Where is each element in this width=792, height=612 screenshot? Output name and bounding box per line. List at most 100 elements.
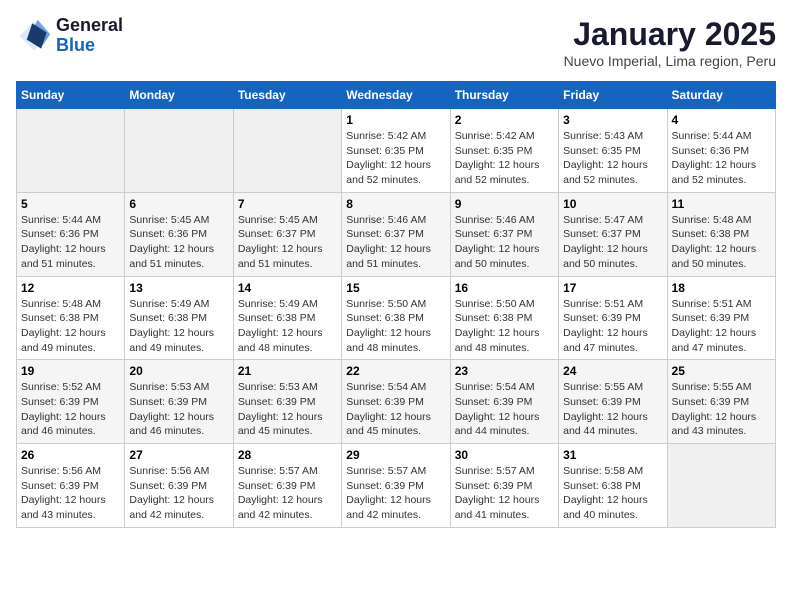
calendar-cell: 14 Sunrise: 5:49 AM Sunset: 6:38 PM Dayli…	[233, 276, 341, 360]
calendar-cell: 5Sunrise: 5:44 AM Sunset: 6:36 PM Daylig…	[17, 192, 125, 276]
day-number: 10	[563, 197, 662, 211]
calendar-cell: 21Sunrise: 5:53 AM Sunset: 6:39 PM Dayli…	[233, 360, 341, 444]
day-info: Sunrise: 5:53 AM Sunset: 6:39 PM Dayligh…	[129, 380, 228, 439]
day-number: 19	[21, 364, 120, 378]
calendar-cell: 23 Sunrise: 5:54 AM Sunset: 6:39 PM Dayli…	[450, 360, 558, 444]
day-of-week-header: Thursday	[450, 82, 558, 109]
calendar-cell: 7 Sunrise: 5:45 AM Sunset: 6:37 PM Daylig…	[233, 192, 341, 276]
day-number: 8	[346, 197, 445, 211]
day-info: Sunrise: 5:50 AM Sunset: 6:38 PM Dayligh…	[346, 297, 445, 356]
logo-text-blue: Blue	[56, 36, 123, 56]
day-info: Sunrise: 5:44 AM Sunset: 6:36 PM Dayligh…	[672, 129, 771, 188]
calendar-cell: 19 Sunrise: 5:52 AM Sunset: 6:39 PM Dayli…	[17, 360, 125, 444]
day-info: Sunrise: 5:56 AM Sunset: 6:39 PM Dayligh…	[129, 464, 228, 523]
calendar-cell: 3 Sunrise: 5:43 AM Sunset: 6:35 PM Daylig…	[559, 109, 667, 193]
calendar-cell	[17, 109, 125, 193]
day-number: 28	[238, 448, 337, 462]
day-info: Sunrise: 5:42 AM Sunset: 6:35 PM Dayligh…	[455, 129, 554, 188]
calendar-cell	[233, 109, 341, 193]
calendar-week-row: 26 Sunrise: 5:56 AM Sunset: 6:39 PM Dayli…	[17, 444, 776, 528]
day-info: Sunrise: 5:43 AM Sunset: 6:35 PM Dayligh…	[563, 129, 662, 188]
day-info: Sunrise: 5:49 AM Sunset: 6:38 PM Dayligh…	[129, 297, 228, 356]
day-number: 14	[238, 281, 337, 295]
day-info: Sunrise: 5:54 AM Sunset: 6:39 PM Dayligh…	[346, 380, 445, 439]
day-info: Sunrise: 5:51 AM Sunset: 6:39 PM Dayligh…	[672, 297, 771, 356]
logo-icon	[16, 18, 52, 54]
calendar-cell: 31Sunrise: 5:58 AM Sunset: 6:38 PM Dayli…	[559, 444, 667, 528]
day-number: 6	[129, 197, 228, 211]
day-info: Sunrise: 5:52 AM Sunset: 6:39 PM Dayligh…	[21, 380, 120, 439]
day-number: 17	[563, 281, 662, 295]
calendar-cell: 16 Sunrise: 5:50 AM Sunset: 6:38 PM Dayli…	[450, 276, 558, 360]
calendar-cell: 4 Sunrise: 5:44 AM Sunset: 6:36 PM Daylig…	[667, 109, 775, 193]
day-info: Sunrise: 5:48 AM Sunset: 6:38 PM Dayligh…	[672, 213, 771, 272]
calendar-cell: 8 Sunrise: 5:46 AM Sunset: 6:37 PM Daylig…	[342, 192, 450, 276]
day-number: 15	[346, 281, 445, 295]
day-number: 4	[672, 113, 771, 127]
day-number: 30	[455, 448, 554, 462]
day-number: 3	[563, 113, 662, 127]
day-info: Sunrise: 5:42 AM Sunset: 6:35 PM Dayligh…	[346, 129, 445, 188]
day-number: 23	[455, 364, 554, 378]
logo-text-general: General	[56, 16, 123, 36]
calendar-cell: 12 Sunrise: 5:48 AM Sunset: 6:38 PM Dayli…	[17, 276, 125, 360]
calendar-cell: 20 Sunrise: 5:53 AM Sunset: 6:39 PM Dayli…	[125, 360, 233, 444]
calendar-cell: 10 Sunrise: 5:47 AM Sunset: 6:37 PM Dayli…	[559, 192, 667, 276]
calendar-cell: 18 Sunrise: 5:51 AM Sunset: 6:39 PM Dayli…	[667, 276, 775, 360]
day-info: Sunrise: 5:49 AM Sunset: 6:38 PM Dayligh…	[238, 297, 337, 356]
day-info: Sunrise: 5:45 AM Sunset: 6:37 PM Dayligh…	[238, 213, 337, 272]
day-number: 2	[455, 113, 554, 127]
calendar-cell: 13 Sunrise: 5:49 AM Sunset: 6:38 PM Dayli…	[125, 276, 233, 360]
day-info: Sunrise: 5:45 AM Sunset: 6:36 PM Dayligh…	[129, 213, 228, 272]
day-of-week-header: Friday	[559, 82, 667, 109]
day-number: 27	[129, 448, 228, 462]
day-info: Sunrise: 5:57 AM Sunset: 6:39 PM Dayligh…	[455, 464, 554, 523]
day-info: Sunrise: 5:46 AM Sunset: 6:37 PM Dayligh…	[346, 213, 445, 272]
day-of-week-header: Wednesday	[342, 82, 450, 109]
day-of-week-header: Saturday	[667, 82, 775, 109]
day-info: Sunrise: 5:46 AM Sunset: 6:37 PM Dayligh…	[455, 213, 554, 272]
day-info: Sunrise: 5:53 AM Sunset: 6:39 PM Dayligh…	[238, 380, 337, 439]
title-area: January 2025 Nuevo Imperial, Lima region…	[564, 16, 776, 69]
location-text: Nuevo Imperial, Lima region, Peru	[564, 53, 776, 69]
day-number: 24	[563, 364, 662, 378]
month-title: January 2025	[564, 16, 776, 53]
day-info: Sunrise: 5:55 AM Sunset: 6:39 PM Dayligh…	[672, 380, 771, 439]
day-number: 29	[346, 448, 445, 462]
day-info: Sunrise: 5:58 AM Sunset: 6:38 PM Dayligh…	[563, 464, 662, 523]
calendar-cell	[125, 109, 233, 193]
page-header: General Blue January 2025 Nuevo Imperial…	[16, 16, 776, 69]
day-info: Sunrise: 5:55 AM Sunset: 6:39 PM Dayligh…	[563, 380, 662, 439]
day-number: 11	[672, 197, 771, 211]
day-info: Sunrise: 5:54 AM Sunset: 6:39 PM Dayligh…	[455, 380, 554, 439]
day-number: 7	[238, 197, 337, 211]
calendar-week-row: 5Sunrise: 5:44 AM Sunset: 6:36 PM Daylig…	[17, 192, 776, 276]
calendar-week-row: 1Sunrise: 5:42 AM Sunset: 6:35 PM Daylig…	[17, 109, 776, 193]
day-number: 25	[672, 364, 771, 378]
logo: General Blue	[16, 16, 123, 56]
day-info: Sunrise: 5:57 AM Sunset: 6:39 PM Dayligh…	[346, 464, 445, 523]
calendar-cell: 24 Sunrise: 5:55 AM Sunset: 6:39 PM Dayli…	[559, 360, 667, 444]
day-of-week-header: Sunday	[17, 82, 125, 109]
day-info: Sunrise: 5:47 AM Sunset: 6:37 PM Dayligh…	[563, 213, 662, 272]
calendar-cell: 15 Sunrise: 5:50 AM Sunset: 6:38 PM Dayli…	[342, 276, 450, 360]
day-info: Sunrise: 5:50 AM Sunset: 6:38 PM Dayligh…	[455, 297, 554, 356]
day-number: 12	[21, 281, 120, 295]
day-info: Sunrise: 5:44 AM Sunset: 6:36 PM Dayligh…	[21, 213, 120, 272]
calendar-cell: 17Sunrise: 5:51 AM Sunset: 6:39 PM Dayli…	[559, 276, 667, 360]
calendar-cell: 11 Sunrise: 5:48 AM Sunset: 6:38 PM Dayli…	[667, 192, 775, 276]
day-number: 26	[21, 448, 120, 462]
day-info: Sunrise: 5:48 AM Sunset: 6:38 PM Dayligh…	[21, 297, 120, 356]
calendar-table: SundayMondayTuesdayWednesdayThursdayFrid…	[16, 81, 776, 528]
calendar-week-row: 12 Sunrise: 5:48 AM Sunset: 6:38 PM Dayli…	[17, 276, 776, 360]
day-number: 18	[672, 281, 771, 295]
day-number: 20	[129, 364, 228, 378]
day-number: 16	[455, 281, 554, 295]
calendar-cell	[667, 444, 775, 528]
calendar-cell: 22 Sunrise: 5:54 AM Sunset: 6:39 PM Dayli…	[342, 360, 450, 444]
calendar-cell: 1Sunrise: 5:42 AM Sunset: 6:35 PM Daylig…	[342, 109, 450, 193]
day-number: 22	[346, 364, 445, 378]
calendar-cell: 6 Sunrise: 5:45 AM Sunset: 6:36 PM Daylig…	[125, 192, 233, 276]
day-of-week-header: Tuesday	[233, 82, 341, 109]
day-number: 13	[129, 281, 228, 295]
